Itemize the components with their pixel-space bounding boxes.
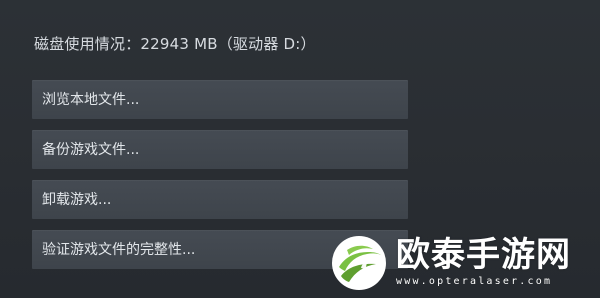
game-properties-panel: 磁盘使用情况：22943 MB（驱动器 D:） 浏览本地文件... 备份游戏文件… [0, 0, 600, 298]
watermark-text: 欧泰手游网 www.opteralaser.com [396, 234, 571, 288]
uninstall-game-button[interactable]: 卸载游戏... [32, 180, 408, 219]
site-watermark: 欧泰手游网 www.opteralaser.com [330, 234, 588, 292]
watermark-url: www.opteralaser.com [396, 276, 553, 287]
browse-local-files-button[interactable]: 浏览本地文件... [32, 80, 408, 119]
watermark-title: 欧泰手游网 [396, 235, 571, 275]
disk-usage-text: 磁盘使用情况：22943 MB（驱动器 D:） [34, 35, 316, 53]
green-globe-logo-icon [332, 236, 386, 290]
backup-game-files-button[interactable]: 备份游戏文件... [32, 130, 408, 169]
